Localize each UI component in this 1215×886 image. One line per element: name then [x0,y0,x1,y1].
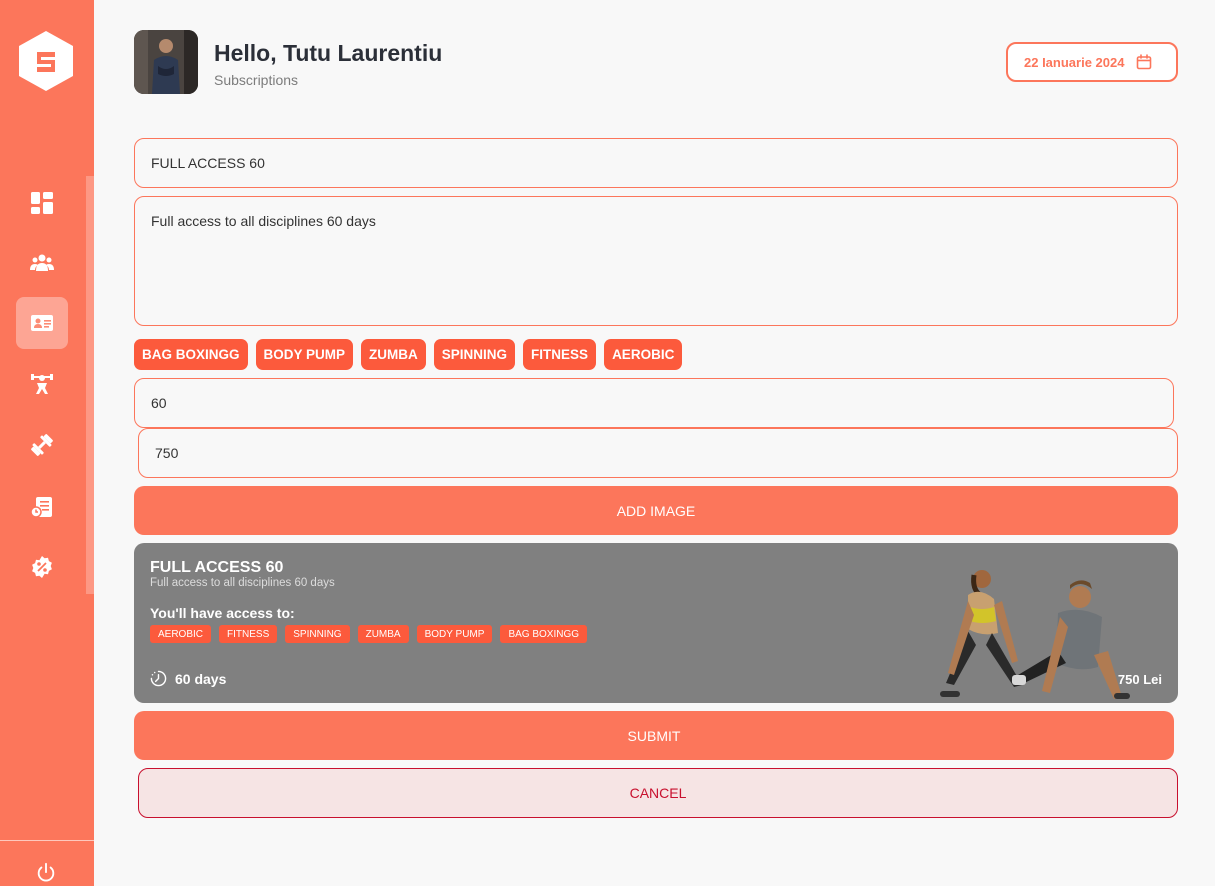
dashboard-icon [31,192,53,214]
discipline-chip[interactable]: ZUMBA [361,339,426,370]
logout-button[interactable] [33,860,59,886]
subscription-description-field[interactable]: Full access to all disciplines 60 days [134,196,1178,326]
sidebar-divider [0,840,94,841]
preview-tag: BAG BOXINGG [500,625,588,643]
subscription-name-field[interactable]: FULL ACCESS 60 [134,138,1178,188]
days-field[interactable]: 60 [134,378,1174,428]
preview-duration-label: 60 days [175,670,227,687]
sidebar-item-equipment[interactable] [16,419,68,471]
preview-fitness-image [940,570,1130,699]
discipline-chip[interactable]: BODY PUMP [255,339,354,370]
avatar[interactable] [134,30,198,94]
sidebar-item-dashboard[interactable] [16,177,68,229]
sidebar [0,0,94,886]
subscription-preview-card: FULL ACCESS 60 Full access to all discip… [134,543,1178,703]
subscription-description-value: Full access to all disciplines 60 days [151,213,376,229]
submit-button[interactable]: SUBMIT [134,711,1174,760]
sidebar-item-trainers[interactable] [16,358,68,410]
cancel-button[interactable]: CANCEL [138,768,1178,818]
preview-title: FULL ACCESS 60 [150,559,284,576]
trainer-icon [31,374,53,394]
preview-description: Full access to all disciplines 60 days [150,577,335,589]
sidebar-scrollbar[interactable] [86,176,94,594]
clock-icon [150,670,167,687]
sidebar-item-subscriptions[interactable] [16,297,68,349]
price-field[interactable]: 750 [138,428,1178,478]
app-logo[interactable] [17,30,75,92]
discipline-chip[interactable]: SPINNING [433,339,516,370]
preview-tag: FITNESS [219,625,278,643]
preview-tag: ZUMBA [357,625,409,643]
preview-tag: SPINNING [285,625,350,643]
users-icon [30,254,54,271]
sidebar-item-users[interactable] [16,237,68,289]
report-icon [30,497,52,518]
subscription-name-value: FULL ACCESS 60 [151,155,265,171]
dumbbell-icon [31,434,53,456]
days-value: 60 [151,395,167,411]
date-label: 22 Ianuarie 2024 [1024,54,1125,70]
sidebar-item-reports[interactable] [16,481,68,533]
discipline-chips: BAG BOXINGG BODY PUMP ZUMBA SPINNING FIT… [134,339,683,370]
discipline-chip[interactable]: BAG BOXINGG [134,339,248,370]
preview-duration: 60 days [150,670,226,687]
preview-tag: AEROBIC [150,625,212,643]
discipline-chip[interactable]: FITNESS [523,339,597,370]
preview-access-heading: You'll have access to: [150,605,295,621]
preview-tags: AEROBIC FITNESS SPINNING ZUMBA BODY PUMP… [150,625,588,643]
discipline-chip[interactable]: AEROBIC [604,339,683,370]
preview-price: 750 Lei [1117,672,1162,687]
preview-tag: BODY PUMP [416,625,493,643]
add-image-button[interactable]: ADD IMAGE [134,486,1178,535]
power-icon [37,862,55,882]
sidebar-item-discounts[interactable] [16,541,68,593]
page-subtitle: Subscriptions [214,72,299,88]
price-value: 750 [155,445,179,461]
date-picker-button[interactable]: 22 Ianuarie 2024 [1006,42,1178,82]
id-card-icon [31,315,53,331]
page-greeting: Hello, Tutu Laurentiu [214,40,443,66]
calendar-icon [1137,54,1152,70]
discount-icon [32,556,52,578]
